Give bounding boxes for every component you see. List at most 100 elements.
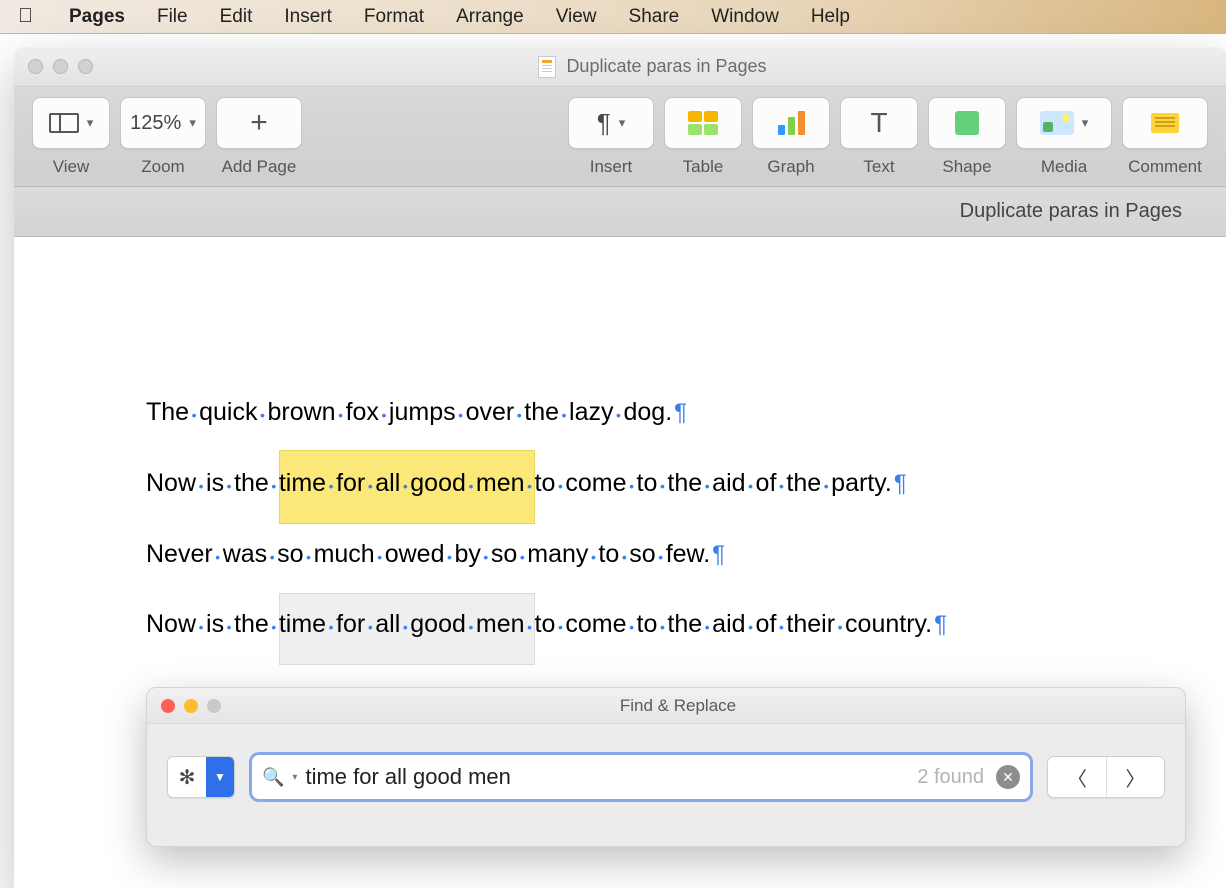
word[interactable]: the <box>234 610 269 638</box>
find-input[interactable] <box>305 764 909 790</box>
word[interactable]: good <box>410 610 466 638</box>
shape-button[interactable] <box>928 97 1006 149</box>
word[interactable]: was <box>223 540 267 568</box>
paragraph[interactable]: Thequickbrownfoxjumpsoverthelazydog.¶ <box>146 397 1226 428</box>
paragraph[interactable]: Neverwassomuchowedbysomanytosofew.¶ <box>146 539 1226 570</box>
chevron-down-icon[interactable]: ▾ <box>292 772 297 783</box>
text-button[interactable]: T <box>840 97 918 149</box>
word[interactable]: over <box>466 398 515 426</box>
word[interactable]: so <box>491 540 517 568</box>
word[interactable]: time <box>279 469 326 497</box>
word[interactable]: country. <box>845 610 932 638</box>
insert-button[interactable]: ¶ ▾ <box>568 97 654 149</box>
word[interactable]: dog. <box>623 398 672 426</box>
word[interactable]: of <box>756 610 777 638</box>
comment-button[interactable] <box>1122 97 1208 149</box>
view-button[interactable]: ▾ <box>32 97 110 149</box>
word[interactable]: so <box>629 540 655 568</box>
word[interactable]: the <box>234 469 269 497</box>
menu-insert[interactable]: Insert <box>268 0 348 34</box>
paragraph[interactable]: Nowisthetimeforallgoodmentocometotheaido… <box>146 468 1226 499</box>
word[interactable]: of <box>756 469 777 497</box>
space-invisible-icon <box>776 468 786 498</box>
word[interactable]: to <box>598 540 619 568</box>
word[interactable]: few. <box>666 540 710 568</box>
word[interactable]: many <box>527 540 588 568</box>
menu-edit[interactable]: Edit <box>204 0 269 34</box>
space-invisible-icon <box>365 468 375 498</box>
clear-search-button[interactable]: ✕ <box>996 765 1020 789</box>
word[interactable]: men <box>476 469 525 497</box>
word[interactable]: the <box>786 469 821 497</box>
space-invisible-icon <box>821 468 831 498</box>
word[interactable]: is <box>206 610 224 638</box>
word[interactable]: to <box>637 469 658 497</box>
word[interactable]: for <box>336 469 365 497</box>
find-options-button[interactable]: ✻ ▼ <box>167 756 235 798</box>
word[interactable]: the <box>667 469 702 497</box>
word[interactable]: brown <box>267 398 335 426</box>
word[interactable]: come <box>565 469 626 497</box>
word[interactable]: aid <box>712 469 745 497</box>
word[interactable]: Now <box>146 610 196 638</box>
word[interactable]: the <box>667 610 702 638</box>
word[interactable]: much <box>314 540 375 568</box>
text-icon: T <box>870 107 887 139</box>
menu-share[interactable]: Share <box>613 0 696 34</box>
media-button[interactable]: ▾ <box>1016 97 1112 149</box>
word[interactable]: fox <box>346 398 379 426</box>
table-button[interactable] <box>664 97 742 149</box>
window-close-button[interactable] <box>28 59 43 74</box>
word[interactable]: all <box>375 610 400 638</box>
menu-window[interactable]: Window <box>695 0 795 34</box>
paragraph[interactable]: Nowisthetimeforallgoodmentocometotheaido… <box>146 609 1226 640</box>
find-panel-titlebar[interactable]: Find & Replace <box>147 688 1185 724</box>
menu-format[interactable]: Format <box>348 0 440 34</box>
find-panel-title: Find & Replace <box>171 696 1185 716</box>
word[interactable]: time <box>279 610 326 638</box>
word[interactable]: to <box>535 469 556 497</box>
word[interactable]: is <box>206 469 224 497</box>
graph-button[interactable] <box>752 97 830 149</box>
word[interactable]: Never <box>146 540 213 568</box>
window-minimize-button[interactable] <box>53 59 68 74</box>
word[interactable]: come <box>565 610 626 638</box>
apple-logo-icon[interactable]:  <box>18 5 33 28</box>
word[interactable]: men <box>476 610 525 638</box>
menu-file[interactable]: File <box>141 0 204 34</box>
space-invisible-icon <box>525 609 535 639</box>
chevron-down-icon: ▾ <box>1082 115 1089 131</box>
word[interactable]: all <box>375 469 400 497</box>
word[interactable]: party. <box>831 469 892 497</box>
word[interactable]: aid <box>712 610 745 638</box>
word[interactable]: lazy <box>569 398 613 426</box>
find-next-button[interactable]: 〉 <box>1106 757 1164 797</box>
word[interactable]: to <box>535 610 556 638</box>
word[interactable]: Now <box>146 469 196 497</box>
menu-view[interactable]: View <box>540 0 613 34</box>
word[interactable]: The <box>146 398 189 426</box>
zoom-button[interactable]: 125% ▾ <box>120 97 206 149</box>
space-invisible-icon <box>326 609 336 639</box>
word[interactable]: good <box>410 469 466 497</box>
word[interactable]: jumps <box>389 398 456 426</box>
find-previous-button[interactable]: 〈 <box>1048 757 1106 797</box>
table-label: Table <box>683 157 724 177</box>
word[interactable]: the <box>524 398 559 426</box>
menu-app[interactable]: Pages <box>53 0 141 34</box>
tab-bar: Duplicate paras in Pages <box>14 187 1226 237</box>
menu-arrange[interactable]: Arrange <box>440 0 540 34</box>
word[interactable]: owed <box>385 540 445 568</box>
word[interactable]: to <box>637 610 658 638</box>
search-icon[interactable]: 🔍 <box>262 767 284 788</box>
add-page-button[interactable]: + <box>216 97 302 149</box>
window-zoom-button[interactable] <box>78 59 93 74</box>
word[interactable]: for <box>336 610 365 638</box>
word[interactable]: quick <box>199 398 257 426</box>
word[interactable]: their <box>786 610 835 638</box>
word[interactable]: so <box>277 540 303 568</box>
menu-help[interactable]: Help <box>795 0 866 34</box>
tab-title[interactable]: Duplicate paras in Pages <box>960 200 1182 223</box>
word[interactable]: by <box>454 540 480 568</box>
document-page[interactable]: Thequickbrownfoxjumpsoverthelazydog.¶Now… <box>14 237 1226 888</box>
